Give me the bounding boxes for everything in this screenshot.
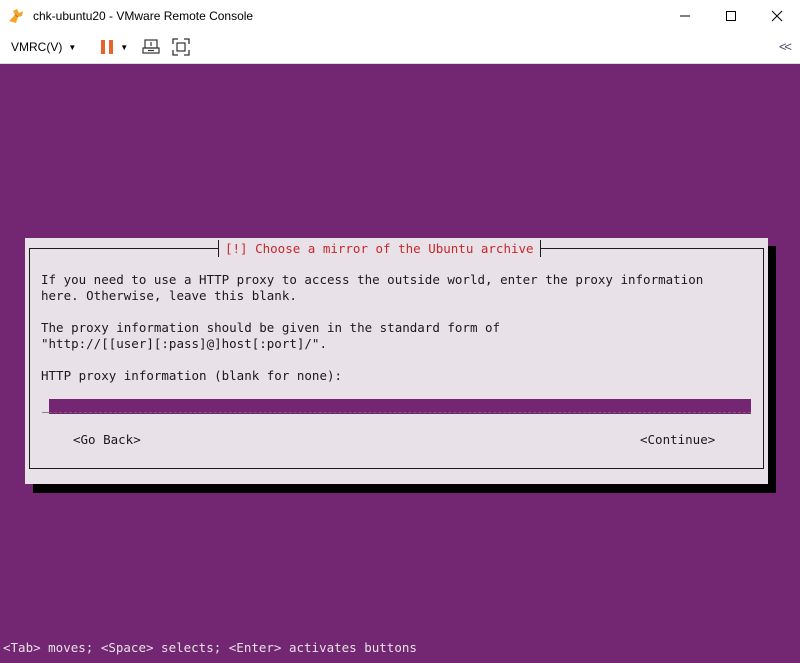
console-status-line: <Tab> moves; <Space> selects; <Enter> ac… bbox=[0, 638, 800, 657]
fullscreen-button[interactable] bbox=[172, 38, 190, 56]
vmware-app-icon bbox=[9, 8, 23, 23]
dialog-title: [!] Choose a mirror of the Ubuntu archiv… bbox=[218, 240, 541, 257]
minimize-button[interactable] bbox=[662, 0, 708, 31]
window-title-bar[interactable]: chk-ubuntu20 - VMware Remote Console bbox=[0, 0, 800, 31]
collapse-toolbar-button[interactable]: << bbox=[779, 39, 792, 54]
minimize-icon bbox=[680, 15, 690, 16]
fullscreen-icon bbox=[172, 38, 190, 56]
proxy-field-label: HTTP proxy information (blank for none): bbox=[41, 368, 343, 383]
maximize-button[interactable] bbox=[708, 0, 754, 31]
vmrc-toolbar: VMRC(V) ▼ ▼ << bbox=[0, 31, 800, 64]
vmrc-menu-button[interactable]: VMRC(V) ▼ bbox=[11, 40, 76, 54]
send-ctrl-alt-del-button[interactable] bbox=[142, 38, 160, 56]
chevron-down-icon[interactable]: ▼ bbox=[120, 43, 128, 52]
input-underline bbox=[49, 412, 751, 413]
close-icon bbox=[771, 10, 783, 21]
dialog-text-line: The proxy information should be given in… bbox=[41, 320, 501, 335]
vmrc-menu-label: VMRC(V) bbox=[11, 40, 63, 54]
send-keys-icon bbox=[142, 39, 160, 54]
dialog-text-line: "http://[[user][:pass]@]host[:port]/". bbox=[41, 336, 327, 351]
continue-button[interactable]: <Continue> bbox=[640, 432, 715, 448]
installer-dialog: [!] Choose a mirror of the Ubuntu archiv… bbox=[25, 238, 768, 484]
dialog-text-line: here. Otherwise, leave this blank. bbox=[41, 288, 297, 303]
go-back-button[interactable]: <Go Back> bbox=[73, 432, 141, 448]
window-title: chk-ubuntu20 - VMware Remote Console bbox=[33, 8, 254, 23]
close-button[interactable] bbox=[754, 0, 800, 31]
maximize-icon bbox=[726, 10, 736, 21]
pause-icon bbox=[101, 40, 114, 54]
dialog-text-line: If you need to use a HTTP proxy to acces… bbox=[41, 272, 704, 287]
chevron-down-icon: ▼ bbox=[68, 42, 77, 52]
pause-button[interactable]: ▼ bbox=[100, 39, 128, 55]
